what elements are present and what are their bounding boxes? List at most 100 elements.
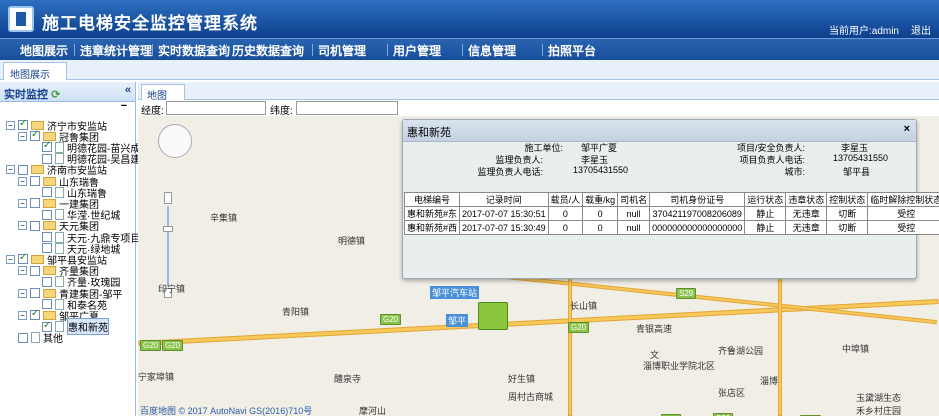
road-shield-label: G20 [162,340,184,351]
tree-checkbox[interactable] [18,332,28,343]
nav-item-1[interactable]: 违章统计管理 [80,42,152,59]
main-nav: 地图展示 违章统计管理 实时数据查询 历史数据查询 司机管理 用户管理 信息管理 拍照平台 [0,38,939,60]
expand-toggle-icon[interactable]: − [6,254,15,264]
document-icon [55,231,64,243]
table-cell: 静止 [744,220,787,235]
map-place-label: 张店区 [718,388,746,398]
tree-checkbox[interactable] [18,118,28,130]
nav-item-7[interactable]: 拍照平台 [548,42,596,59]
table-header-cell: 载重/kg [582,192,619,207]
nav-item-6[interactable]: 信息管理 [468,42,516,59]
expand-toggle-icon[interactable]: − [18,266,27,276]
map-place-label: 印宁镇 [158,284,186,294]
table-header-cell: 临时解除控制状态 [867,192,939,207]
map-place-label: 文 [650,350,660,360]
pan-control[interactable] [158,124,192,158]
tree-checkbox[interactable] [42,209,52,220]
top-tabbar: 地图展示 [0,60,939,81]
nav-item-5[interactable]: 用户管理 [393,42,441,59]
logout-link[interactable]: 退出 [911,22,931,37]
expand-toggle-icon[interactable]: − [18,221,27,231]
tree-node[interactable]: 其他 [6,332,63,345]
collapse-all-button[interactable]: − [121,100,127,112]
table-header-cell: 运行状态 [744,192,787,207]
map-place-label: 好生镇 [508,374,536,384]
tree-node[interactable]: 惠和新苑 [30,318,109,336]
pm-tel-value: 13705431550 [833,153,889,163]
tab-map-display[interactable]: 地图展示 [3,62,67,81]
table-cell: 2017-07-07 15:30:49 [459,220,549,235]
tree-checkbox[interactable] [42,299,52,310]
sup-tel-value: 13705431550 [573,165,629,175]
table-cell: 370421197008206089 [649,206,746,221]
table-cell: 惠和新苑#西 [403,220,461,235]
document-icon [55,141,64,153]
table-cell: 0 [547,220,584,235]
nav-separator [542,44,543,56]
tree-checkbox[interactable] [18,164,28,175]
table-row[interactable]: 惠和新苑#西 2017-07-07 15:30:49 0 0 null 000000000… [403,220,939,235]
table-cell: 惠和新苑#东 [403,206,461,221]
table-header-cell: 司机身份证号 [649,192,746,207]
tree-checkbox[interactable] [42,140,52,153]
expand-toggle-icon[interactable]: − [6,120,15,130]
tree-checkbox[interactable] [42,276,52,287]
latitude-input[interactable] [296,101,398,115]
expand-toggle-icon[interactable]: − [18,288,27,298]
table-cell: 000000000000000000 [649,220,746,235]
table-cell: 受控 [867,206,939,221]
tree-checkbox[interactable] [30,220,40,231]
table-cell: 2017-07-07 15:30:51 [459,206,549,221]
expand-toggle-icon[interactable]: − [18,310,27,320]
zoom-handle[interactable] [163,226,173,232]
longitude-input[interactable] [166,101,266,115]
expand-toggle-icon[interactable]: − [18,176,27,186]
city-value: 邹平县 [843,167,871,177]
tree-checkbox[interactable] [18,252,28,265]
construction-site-marker[interactable] [478,302,508,330]
road-shield-label: G20 [140,340,162,351]
map-place-label: 宁家埠镇 [138,372,175,382]
table-row[interactable]: 惠和新苑#东 2017-07-07 15:30:51 0 0 null 370421197… [403,206,939,221]
highway-g20 [138,299,939,346]
expand-toggle-icon[interactable]: − [18,131,27,141]
table-cell: null [617,220,651,235]
tree-checkbox[interactable] [30,288,40,298]
tree-checkbox[interactable] [30,129,40,142]
collapse-left-button[interactable]: « [125,84,131,96]
close-popup-button[interactable]: × [904,123,910,135]
tree-checkbox[interactable] [42,232,52,242]
nav-separator [152,44,153,56]
latitude-label: 纬度: [270,106,293,117]
table-cell: 0 [547,206,584,221]
map-place-label: 青银高速 [636,324,673,334]
popup-title: 惠和新苑 [403,120,916,142]
tree-checkbox[interactable] [30,198,40,209]
app-title: 施工电梯安全监控管理系统 [42,14,258,33]
map-place-label: 青阳镇 [282,307,310,317]
expand-toggle-icon[interactable]: − [18,198,27,208]
table-header-cell: 电梯编号 [403,192,461,207]
nav-separator [312,44,313,56]
nav-item-4[interactable]: 司机管理 [318,42,366,59]
table-cell: 受控 [867,220,939,235]
table-cell: 无违章 [785,206,828,221]
nav-item-0[interactable]: 地图展示 [20,42,68,59]
nav-item-3[interactable]: 历史数据查询 [232,42,304,59]
expand-toggle-icon[interactable]: − [6,165,15,175]
table-cell: 0 [582,206,619,221]
tree-checkbox[interactable] [42,187,52,198]
tab-map[interactable]: 地图 [141,84,185,102]
tree-checkbox[interactable] [30,265,40,276]
zoom-in-button[interactable] [164,192,172,204]
tree-checkbox[interactable] [30,308,40,321]
left-panel: 实时监控 ⟳ « − −济宁市安监站−冠鲁集团明德花园-苗兴成明德花园-吴昌建−… [0,82,140,416]
tree-checkbox[interactable] [30,176,40,186]
nav-item-2[interactable]: 实时数据查询 [158,42,230,59]
folder-icon [43,221,56,231]
road-vertical-2 [778,266,782,416]
zoom-slider[interactable] [167,206,169,286]
table-cell: 静止 [744,206,787,221]
refresh-icon[interactable]: ⟳ [51,89,60,101]
table-cell: 切断 [826,220,869,235]
